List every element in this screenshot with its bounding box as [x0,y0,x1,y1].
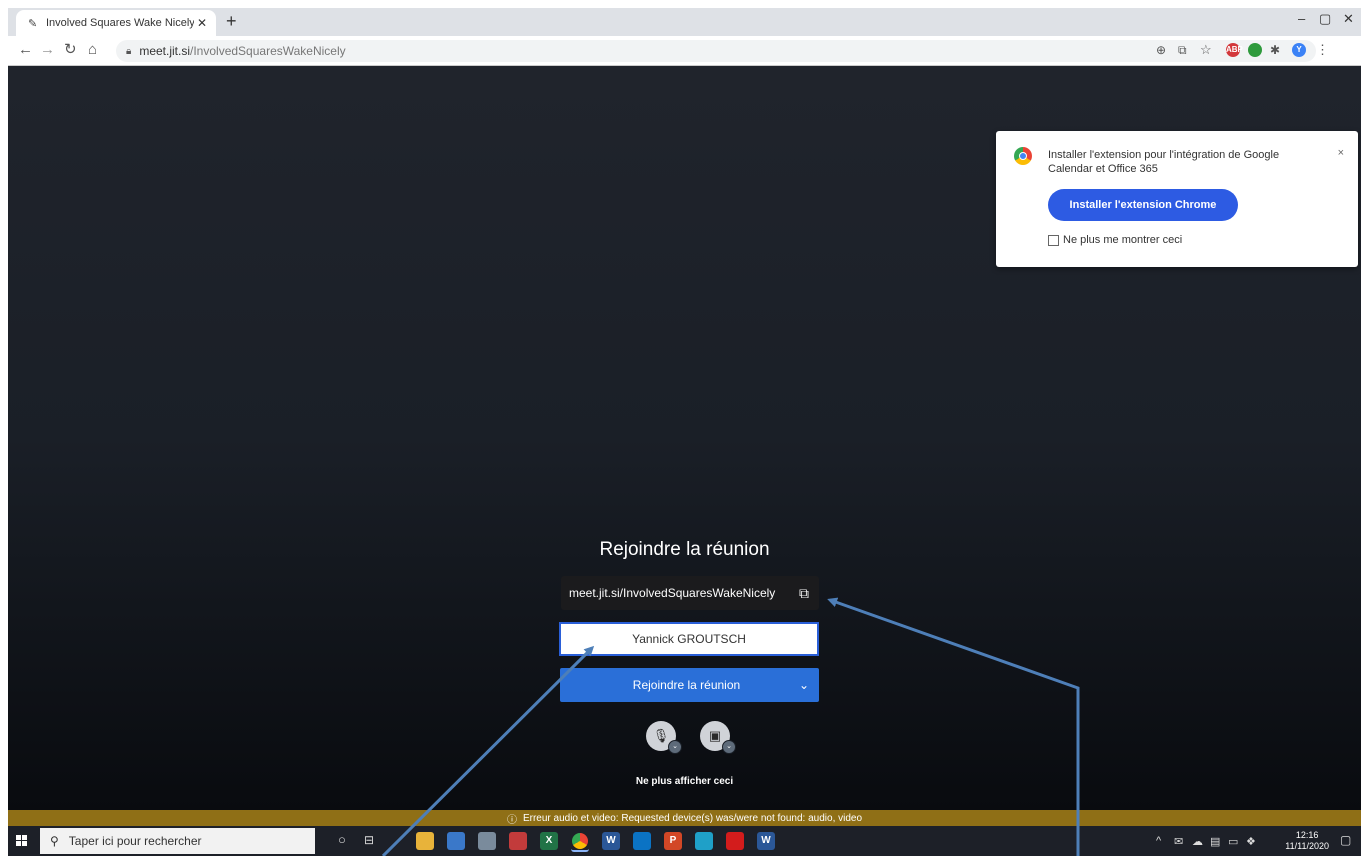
arrow-to-name-input [381,645,595,856]
arrow-to-copy-icon [827,597,1080,856]
annotation-arrows [381,597,1080,856]
